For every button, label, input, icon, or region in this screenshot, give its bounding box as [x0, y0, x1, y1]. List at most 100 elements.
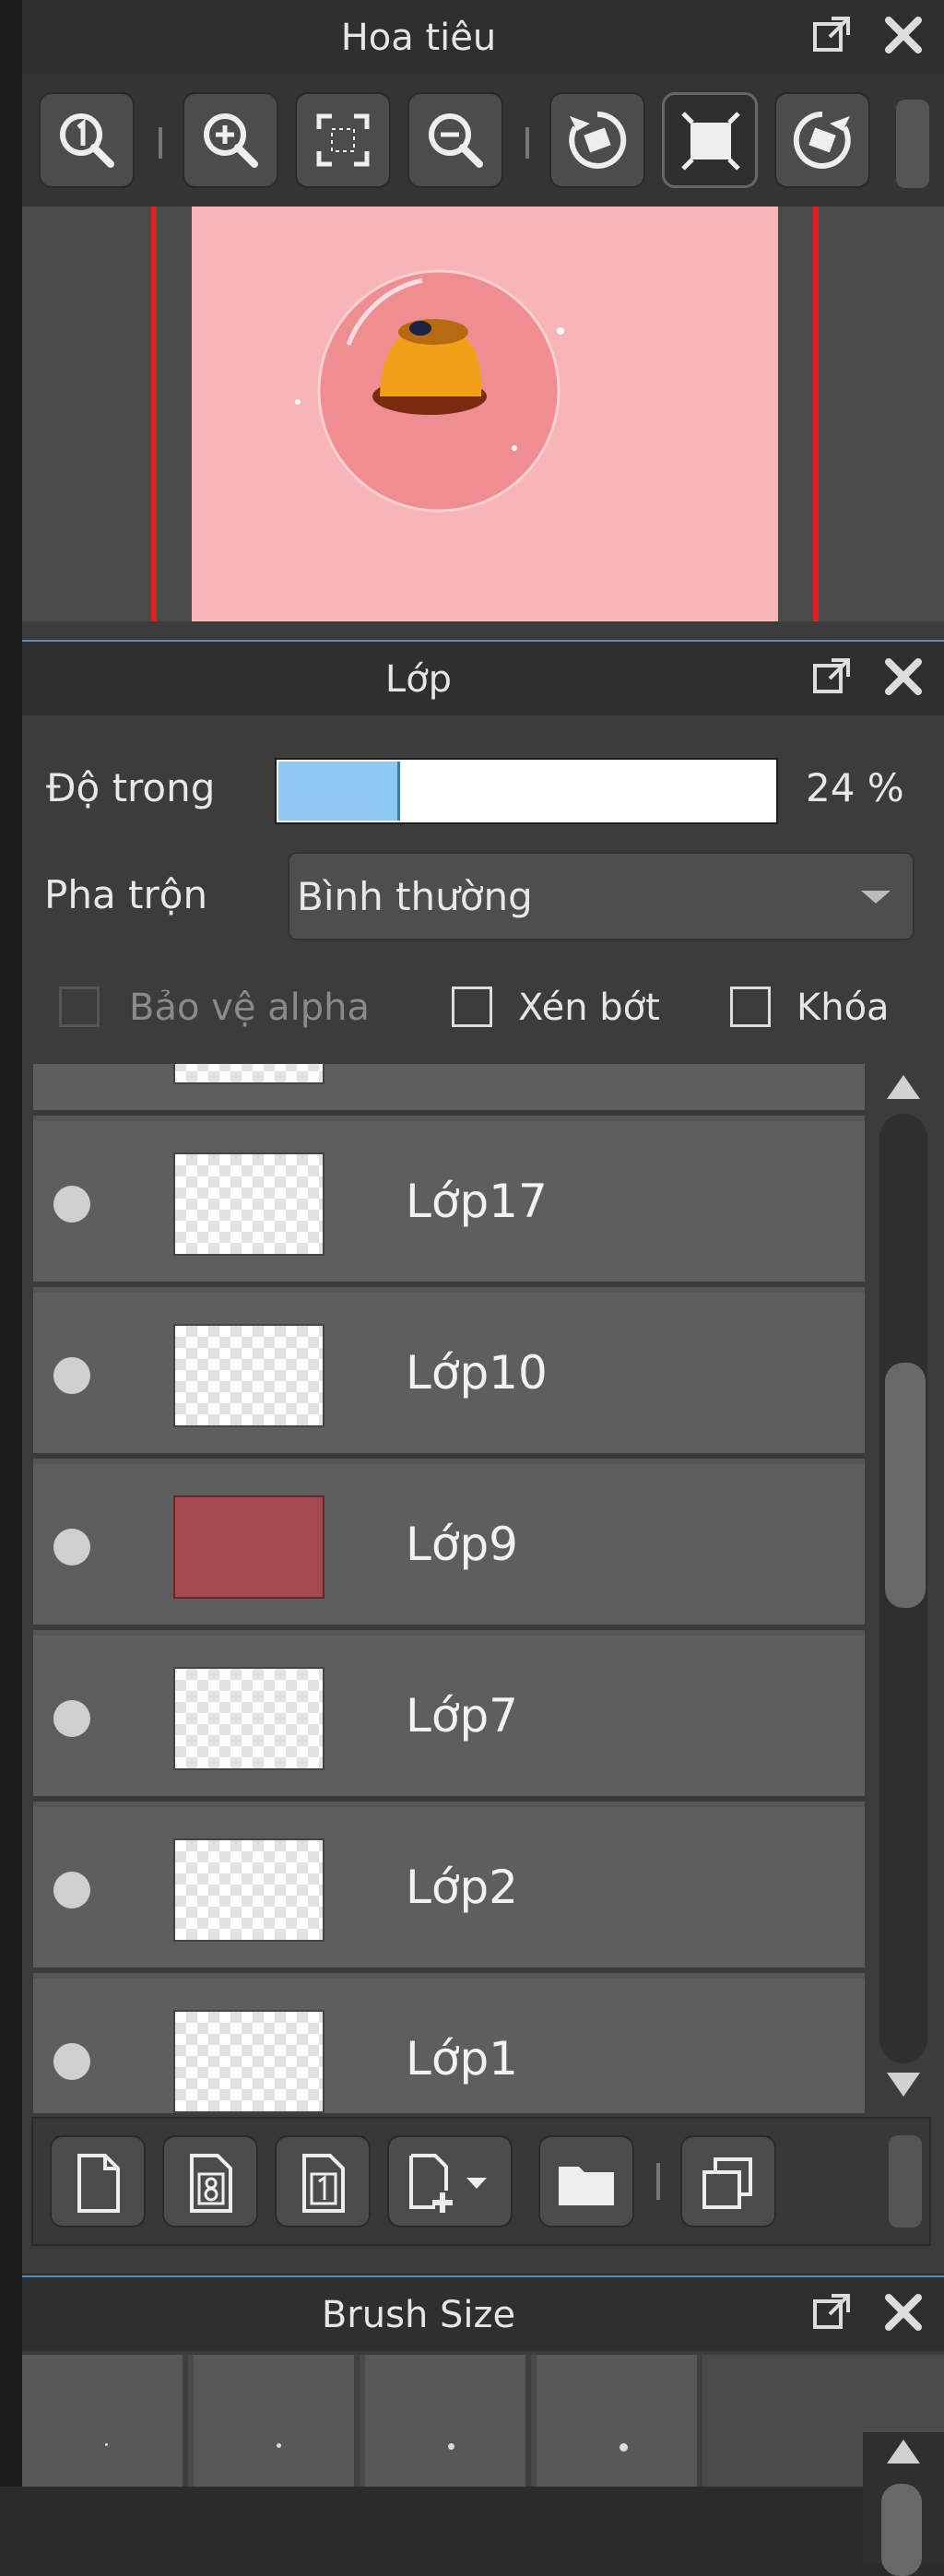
- chevron-down-icon: [861, 891, 891, 904]
- layer-thumbnail: [173, 1152, 324, 1256]
- layer-thumbnail: [173, 1064, 324, 1084]
- pudding-bubble-illustration: [295, 269, 564, 513]
- layer-row[interactable]: Lớp1: [33, 1979, 865, 2113]
- brush-size-option[interactable]: [194, 2355, 360, 2487]
- new-layer-8bit-button[interactable]: [162, 2135, 258, 2227]
- visibility-toggle[interactable]: [53, 1357, 90, 1394]
- blend-mode-label: Pha trộn: [44, 872, 208, 917]
- scroll-down-icon[interactable]: [887, 2073, 920, 2097]
- layer-name: Lớp2: [406, 1861, 518, 1914]
- brush-size-panel: Brush Size: [22, 2277, 944, 2576]
- layer-row-partial[interactable]: [33, 1064, 865, 1116]
- layer-name: Lớp9: [406, 1518, 518, 1571]
- brush-size-scrollbar[interactable]: [863, 2432, 944, 2576]
- scroll-thumb[interactable]: [881, 2484, 922, 2576]
- layer-row[interactable]: Lớp17: [33, 1121, 865, 1287]
- visibility-toggle[interactable]: [53, 1700, 90, 1737]
- scroll-up-icon[interactable]: [887, 1075, 920, 1099]
- new-layer-1bit-button[interactable]: [275, 2135, 371, 2227]
- visibility-toggle[interactable]: [53, 1529, 90, 1566]
- zoom-actual-button[interactable]: [39, 92, 135, 188]
- close-icon[interactable]: [879, 653, 927, 701]
- undock-icon[interactable]: [808, 2288, 856, 2336]
- scroll-track[interactable]: [879, 1114, 927, 2063]
- new-layer-1bit-icon: [302, 2154, 345, 2213]
- layer-row[interactable]: Lớp10: [33, 1293, 865, 1459]
- zoom-in-button[interactable]: [183, 92, 278, 188]
- toolbar-scroll-handle[interactable]: [889, 2135, 922, 2227]
- zoom-actual-icon: [60, 113, 114, 168]
- zoom-out-button[interactable]: [407, 92, 503, 188]
- add-layer-menu-button[interactable]: [387, 2135, 513, 2227]
- close-icon[interactable]: [879, 11, 927, 59]
- fit-frame-icon: [681, 112, 740, 171]
- layer-thumbnail: [173, 1667, 324, 1770]
- toolbar-scroll-handle[interactable]: [896, 100, 929, 188]
- brush-dot: [277, 2443, 281, 2448]
- layer-name: Lớp10: [406, 1346, 548, 1400]
- protect-alpha-label: Bảo vệ alpha: [129, 987, 371, 1029]
- rotate-right-icon: [793, 111, 851, 169]
- visibility-toggle[interactable]: [53, 1872, 90, 1908]
- clip-label: Xén bớt: [518, 987, 660, 1029]
- duplicate-layer-icon: [702, 2157, 752, 2209]
- folder-icon: [559, 2167, 614, 2205]
- visibility-toggle[interactable]: [53, 1186, 90, 1223]
- opacity-value: 24 %: [806, 765, 904, 810]
- visibility-toggle[interactable]: [53, 2043, 90, 2080]
- fit-frame-button[interactable]: [662, 92, 758, 188]
- layer-name: Lớp1: [406, 2032, 518, 2086]
- blend-mode-select[interactable]: Bình thường: [288, 852, 914, 940]
- navigator-preview[interactable]: [22, 207, 944, 621]
- fit-screen-button[interactable]: [295, 92, 391, 188]
- close-icon[interactable]: [879, 2288, 927, 2336]
- layer-thumbnail: [173, 2010, 324, 2113]
- brush-dot: [448, 2443, 454, 2450]
- layer-name: Lớp17: [406, 1175, 548, 1228]
- scroll-up-icon[interactable]: [887, 2440, 920, 2464]
- new-layer-8bit-icon: [190, 2154, 232, 2213]
- layer-toolbar: [31, 2117, 931, 2246]
- navigator-toolbar: [22, 74, 944, 207]
- undock-icon[interactable]: [808, 11, 856, 59]
- toolbar-separator: [525, 127, 529, 159]
- layer-list-scrollbar[interactable]: [874, 1064, 933, 2113]
- lock-checkbox[interactable]: [730, 987, 771, 1027]
- opacity-label: Độ trong: [46, 765, 216, 810]
- layer-row[interactable]: Lớp7: [33, 1636, 865, 1802]
- fit-screen-icon: [316, 113, 370, 167]
- brush-size-option[interactable]: [22, 2355, 188, 2487]
- layer-row[interactable]: Lớp2: [33, 1807, 865, 1973]
- new-layer-icon: [77, 2154, 120, 2213]
- layer-title: Lớp: [384, 658, 453, 701]
- scroll-thumb[interactable]: [885, 1363, 926, 1608]
- rotate-right-button[interactable]: [774, 92, 870, 188]
- navigator-title: Hoa tiêu: [340, 17, 497, 59]
- brush-size-title: Brush Size: [321, 2294, 516, 2336]
- undock-icon[interactable]: [808, 653, 856, 701]
- protect-alpha-checkbox[interactable]: [59, 987, 100, 1027]
- layer-title-bar: Lớp: [22, 642, 944, 715]
- rotate-left-button[interactable]: [549, 92, 645, 188]
- view-frame-right: [813, 207, 819, 621]
- navigator-title-bar: Hoa tiêu: [22, 0, 944, 74]
- toolbar-separator: [656, 2163, 660, 2200]
- brush-size-option[interactable]: [365, 2355, 531, 2487]
- layer-row[interactable]: Lớp9: [33, 1464, 865, 1630]
- layer-list: Lớp17 Lớp10 Lớp9 Lớp7 Lớp2 Lớp1: [33, 1064, 865, 2113]
- clip-checkbox[interactable]: [452, 987, 492, 1027]
- layer-panel: Lớp Độ trong 24 % Pha trộn Bình thường B…: [22, 642, 944, 2274]
- new-layer-button[interactable]: [50, 2135, 146, 2227]
- brush-size-option[interactable]: [537, 2355, 702, 2487]
- layer-thumbnail: [173, 1495, 324, 1599]
- blend-mode-value: Bình thường: [297, 874, 533, 919]
- brush-dot: [620, 2443, 628, 2452]
- lock-label: Khóa: [796, 987, 890, 1029]
- layer-name: Lớp7: [406, 1689, 518, 1743]
- opacity-slider[interactable]: [275, 758, 778, 824]
- new-folder-button[interactable]: [538, 2135, 634, 2227]
- left-edge: [0, 0, 22, 2487]
- navigator-panel: Hoa tiêu: [22, 0, 944, 645]
- duplicate-layer-button[interactable]: [680, 2135, 776, 2227]
- layer-thumbnail: [173, 1324, 324, 1427]
